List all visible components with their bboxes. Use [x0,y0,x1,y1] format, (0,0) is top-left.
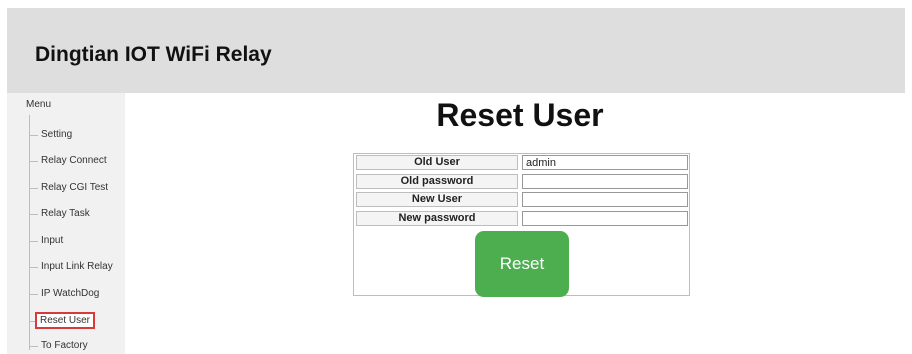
sidebar-item-label[interactable]: Relay CGI Test [41,182,108,193]
new-password-label: New password [356,211,518,226]
app-title: Dingtian IOT WiFi Relay [35,43,272,66]
tree-connector [29,161,38,162]
tree-connector [29,267,38,268]
sidebar-item-label[interactable]: Setting [41,129,72,140]
sidebar-item-label[interactable]: Input Link Relay [41,261,113,272]
sidebar-item-label[interactable]: Relay Task [41,208,90,219]
sidebar-item-label[interactable]: To Factory [41,340,88,351]
tree-connector [29,241,38,242]
old-user-field[interactable] [522,155,688,170]
old-password-field[interactable] [522,174,688,189]
sidebar-item-label[interactable]: Relay Connect [41,155,107,166]
tree-connector [29,294,38,295]
new-user-field[interactable] [522,192,688,207]
tree-connector [29,214,38,215]
reset-button[interactable]: Reset [475,231,569,297]
page-title: Reset User [436,97,604,133]
header-bar: Dingtian IOT WiFi Relay [7,8,905,93]
sidebar-item-label[interactable]: Reset User [35,312,96,329]
reset-user-form: Old User Old password New User New passw… [353,153,690,297]
sidebar-item-label[interactable]: Input [41,235,63,246]
sidebar-menu: Menu Setting Relay Connect Relay CGI Tes… [7,93,125,354]
menu-tree-line [29,115,30,350]
new-user-label: New User [356,192,518,207]
old-password-label: Old password [356,174,518,189]
tree-connector [29,135,38,136]
sidebar-item-label[interactable]: IP WatchDog [41,288,99,299]
new-password-field[interactable] [522,211,688,226]
menu-title: Menu [26,99,52,110]
old-user-label: Old User [356,155,518,170]
tree-connector [29,346,38,347]
tree-connector [29,188,38,189]
